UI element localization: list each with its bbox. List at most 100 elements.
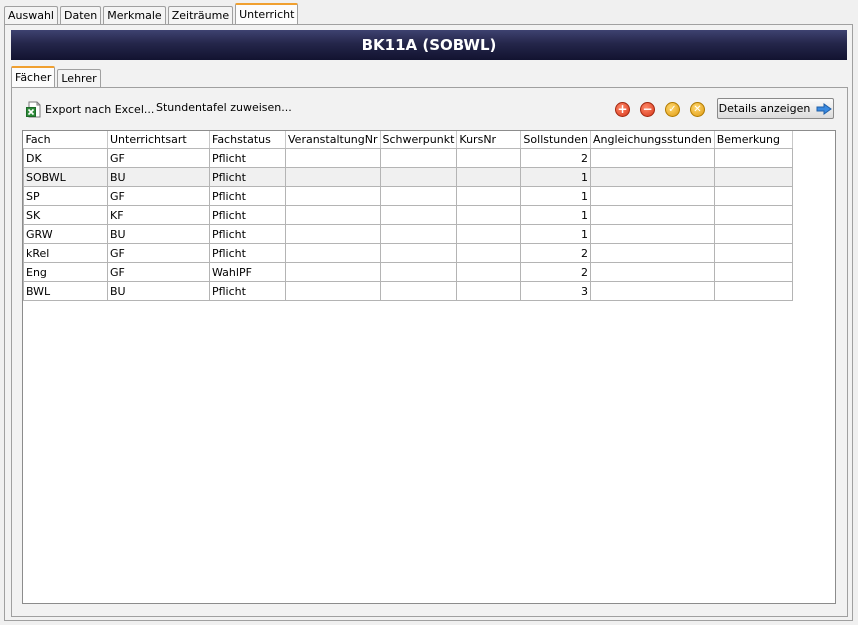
table-cell[interactable] [379, 186, 458, 206]
table-cell[interactable] [713, 262, 793, 282]
table-row[interactable]: Eng GF WahlPF 2 [23, 262, 793, 282]
tab-faecher[interactable]: Fächer [11, 66, 56, 87]
table-cell[interactable] [285, 148, 381, 168]
export-excel-button[interactable]: Export nach Excel... [26, 101, 154, 118]
table-cell[interactable]: DK [23, 148, 108, 168]
table-cell[interactable]: 1 [520, 224, 591, 244]
details-anzeigen-button[interactable]: Details anzeigen [717, 98, 834, 119]
column-header[interactable]: Angleichungsstunden [590, 131, 715, 149]
table-cell[interactable]: Pflicht [209, 243, 286, 263]
table-cell[interactable]: 3 [520, 281, 591, 301]
table-cell[interactable] [713, 205, 793, 225]
table-cell[interactable] [589, 281, 715, 301]
table-row[interactable]: DK GF Pflicht 2 [23, 148, 793, 168]
column-header[interactable]: Fachstatus [209, 131, 286, 149]
remove-icon[interactable]: − [640, 102, 655, 117]
table-cell[interactable] [713, 186, 793, 206]
column-header[interactable]: Bemerkung [714, 131, 793, 149]
table-cell[interactable] [285, 224, 381, 244]
table-cell[interactable]: GF [107, 186, 210, 206]
table-cell[interactable] [285, 205, 381, 225]
table-cell[interactable] [379, 167, 458, 187]
cancel-icon[interactable]: ✕ [690, 102, 705, 117]
tab-zeitraeume[interactable]: Zeiträume [167, 6, 234, 24]
table-cell[interactable]: GF [107, 148, 210, 168]
table-cell[interactable] [285, 281, 381, 301]
table-cell[interactable] [456, 224, 522, 244]
column-header[interactable]: Fach [23, 131, 108, 149]
table-cell[interactable]: BU [107, 281, 210, 301]
table-cell[interactable] [589, 148, 715, 168]
table-cell[interactable] [379, 262, 458, 282]
column-header[interactable]: Unterrichtsart [107, 131, 210, 149]
table-cell[interactable] [456, 262, 522, 282]
table-cell[interactable] [285, 243, 381, 263]
table-cell[interactable]: BWL [23, 281, 108, 301]
table-cell[interactable]: 1 [520, 205, 591, 225]
table-row[interactable]: BWL BU Pflicht 3 [23, 281, 793, 301]
table-cell[interactable]: 1 [520, 186, 591, 206]
table-cell[interactable]: Pflicht [209, 186, 286, 206]
table-cell[interactable]: BU [107, 167, 210, 187]
table-cell[interactable] [456, 186, 522, 206]
table-cell[interactable]: GF [107, 262, 210, 282]
tab-lehrer[interactable]: Lehrer [57, 69, 101, 87]
table-cell[interactable] [456, 148, 522, 168]
table-row[interactable]: SK KF Pflicht 1 [23, 205, 793, 225]
table-cell[interactable]: Pflicht [209, 167, 286, 187]
column-header[interactable]: Schwerpunkt [380, 131, 458, 149]
table-cell[interactable] [285, 186, 381, 206]
table-cell[interactable] [589, 186, 715, 206]
table-cell[interactable]: GF [107, 243, 210, 263]
table-cell[interactable] [713, 224, 793, 244]
tab-auswahl[interactable]: Auswahl [4, 6, 58, 24]
table-cell[interactable] [456, 243, 522, 263]
table-cell[interactable] [589, 243, 715, 263]
table-cell[interactable]: SK [23, 205, 108, 225]
table-cell[interactable] [456, 205, 522, 225]
table-row[interactable]: SOBWL BU Pflicht 1 [23, 167, 793, 187]
table-cell[interactable] [379, 281, 458, 301]
tab-merkmale[interactable]: Merkmale [103, 6, 166, 24]
table-cell[interactable]: BU [107, 224, 210, 244]
table-cell[interactable] [589, 224, 715, 244]
table-cell[interactable]: Pflicht [209, 205, 286, 225]
table-cell[interactable]: kRel [23, 243, 108, 263]
table-cell[interactable] [589, 205, 715, 225]
table-cell[interactable] [456, 281, 522, 301]
table-cell[interactable]: Eng [23, 262, 108, 282]
table-cell[interactable]: KF [107, 205, 210, 225]
table-cell[interactable]: Pflicht [209, 148, 286, 168]
table-cell[interactable] [285, 262, 381, 282]
table-cell[interactable] [713, 243, 793, 263]
table-cell[interactable]: 2 [520, 262, 591, 282]
table-cell[interactable] [713, 281, 793, 301]
column-header[interactable]: KursNr [456, 131, 522, 149]
table-cell[interactable] [379, 243, 458, 263]
table-row[interactable]: kRel GF Pflicht 2 [23, 243, 793, 263]
tab-daten[interactable]: Daten [60, 6, 102, 24]
table-cell[interactable] [713, 148, 793, 168]
tab-unterricht[interactable]: Unterricht [235, 3, 299, 24]
faecher-grid[interactable]: Fach Unterrichtsart Fachstatus Veranstal… [22, 130, 836, 604]
table-cell[interactable]: SP [23, 186, 108, 206]
table-cell[interactable] [379, 205, 458, 225]
table-cell[interactable]: SOBWL [23, 167, 108, 187]
table-cell[interactable]: Pflicht [209, 281, 286, 301]
stundentafel-zuweisen-button[interactable]: Stundentafel zuweisen... [156, 101, 292, 114]
add-icon[interactable]: + [615, 102, 630, 117]
table-cell[interactable] [285, 167, 381, 187]
table-cell[interactable]: 2 [520, 148, 591, 168]
table-cell[interactable]: 2 [520, 243, 591, 263]
table-cell[interactable] [713, 167, 793, 187]
table-cell[interactable]: Pflicht [209, 224, 286, 244]
table-cell[interactable] [589, 262, 715, 282]
table-cell[interactable]: WahlPF [209, 262, 286, 282]
table-cell[interactable]: GRW [23, 224, 108, 244]
confirm-icon[interactable]: ✓ [665, 102, 680, 117]
column-header[interactable]: Sollstunden [520, 131, 591, 149]
table-row[interactable]: SP GF Pflicht 1 [23, 186, 793, 206]
table-cell[interactable] [589, 167, 715, 187]
column-header[interactable]: VeranstaltungNr [285, 131, 381, 149]
table-cell[interactable] [456, 167, 522, 187]
